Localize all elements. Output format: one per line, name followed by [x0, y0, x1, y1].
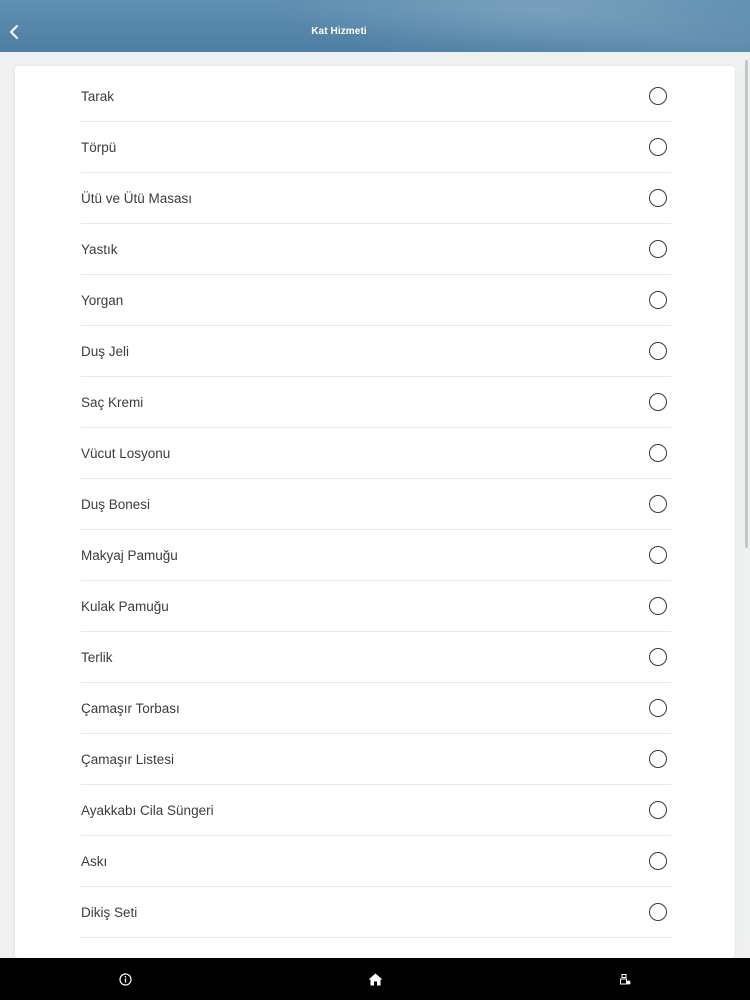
list-item[interactable]: Makyaj Pamuğu	[81, 530, 671, 581]
item-label: Makyaj Pamuğu	[81, 547, 178, 563]
radio-button[interactable]	[649, 648, 667, 666]
items-list: Tarak Törpü Ütü ve Ütü Masası Yastık Yorgan D…	[81, 71, 671, 938]
bottom-bar	[0, 958, 750, 1000]
bell-user-icon	[620, 973, 631, 984]
scrollbar[interactable]	[745, 60, 748, 548]
list-item[interactable]: Kulak Pamuğu	[81, 581, 671, 632]
list-item[interactable]: Ütü ve Ütü Masası	[81, 173, 671, 224]
item-label: Duş Jeli	[81, 343, 130, 359]
info-icon	[118, 972, 132, 986]
item-label: Çamaşır Torbası	[81, 700, 180, 716]
radio-button[interactable]	[649, 138, 667, 156]
list-item[interactable]: Vücut Losyonu	[81, 428, 671, 479]
list-item[interactable]: Çamaşır Torbası	[81, 683, 671, 734]
radio-button[interactable]	[649, 495, 667, 513]
radio-button[interactable]	[649, 903, 667, 921]
radio-button[interactable]	[649, 444, 667, 462]
item-label: Dikiş Seti	[81, 904, 138, 920]
item-label: Törpü	[81, 139, 117, 155]
list-item[interactable]: Tarak	[81, 71, 671, 122]
radio-button[interactable]	[649, 852, 667, 870]
radio-button[interactable]	[649, 342, 667, 360]
app-header: Kat Hizmeti	[0, 0, 750, 52]
item-label: Ayakkabı Cila Süngeri	[81, 802, 214, 818]
item-label: Vücut Losyonu	[81, 445, 171, 461]
list-item[interactable]: Terlik	[81, 632, 671, 683]
list-item[interactable]: Yastık	[81, 224, 671, 275]
list-item[interactable]: Duş Jeli	[81, 326, 671, 377]
item-label: Ütü ve Ütü Masası	[81, 190, 193, 206]
item-label: Tarak	[81, 88, 115, 104]
radio-button[interactable]	[649, 750, 667, 768]
item-label: Saç Kremi	[81, 394, 144, 410]
home-button[interactable]	[366, 970, 384, 988]
radio-button[interactable]	[649, 240, 667, 258]
radio-button[interactable]	[649, 393, 667, 411]
radio-button[interactable]	[649, 87, 667, 105]
home-icon	[368, 973, 382, 985]
item-label: Yastık	[81, 241, 118, 257]
list-item[interactable]: Yorgan	[81, 275, 671, 326]
radio-button[interactable]	[649, 189, 667, 207]
list-item[interactable]: Duş Bonesi	[81, 479, 671, 530]
radio-button[interactable]	[649, 291, 667, 309]
list-item[interactable]: Dikiş Seti	[81, 887, 671, 938]
item-label: Kulak Pamuğu	[81, 598, 169, 614]
item-label: Duş Bonesi	[81, 496, 151, 512]
info-button[interactable]	[116, 970, 134, 988]
radio-button[interactable]	[649, 546, 667, 564]
list-item[interactable]: Saç Kremi	[81, 377, 671, 428]
notifications-button[interactable]	[616, 970, 634, 988]
item-label: Çamaşır Listesi	[81, 751, 175, 767]
page-title: Kat Hizmeti	[311, 26, 367, 37]
item-label: Yorgan	[81, 292, 124, 308]
list-item[interactable]: Törpü	[81, 122, 671, 173]
list-item[interactable]: Çamaşır Listesi	[81, 734, 671, 785]
radio-button[interactable]	[649, 597, 667, 615]
radio-button[interactable]	[649, 801, 667, 819]
radio-button[interactable]	[649, 699, 667, 717]
list-item[interactable]: Askı	[81, 836, 671, 887]
item-label: Askı	[81, 853, 108, 869]
list-item[interactable]: Ayakkabı Cila Süngeri	[81, 785, 671, 836]
item-label: Terlik	[81, 649, 113, 665]
items-card: Tarak Törpü Ütü ve Ütü Masası Yastık Yorgan D…	[15, 66, 735, 958]
